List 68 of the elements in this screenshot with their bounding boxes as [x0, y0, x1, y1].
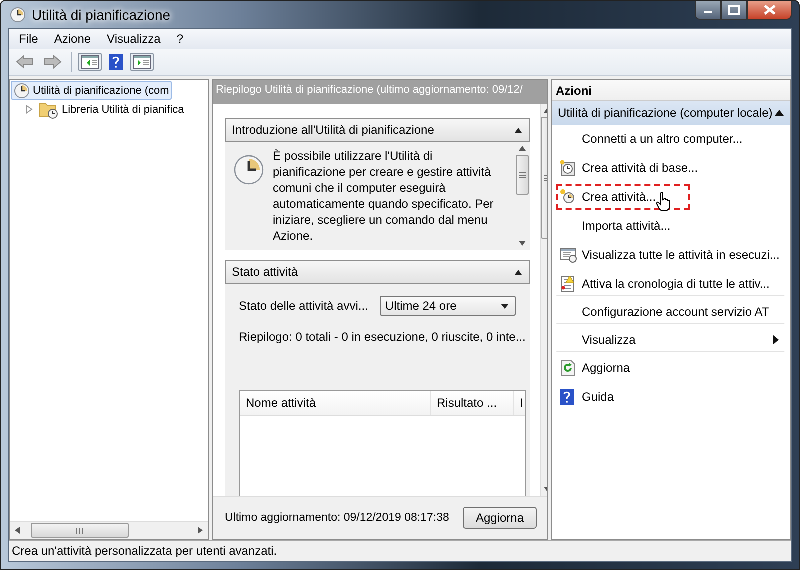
column-header[interactable]: Nome attività [240, 391, 431, 415]
column-header[interactable]: I [514, 391, 524, 415]
dropdown-arrow-icon [501, 304, 510, 308]
clock-icon [560, 189, 576, 205]
time-range-dropdown[interactable]: Ultime 24 ore [380, 296, 516, 316]
log-warning-icon [560, 276, 576, 292]
action-item[interactable]: Crea attività... [556, 184, 690, 210]
pane-icon [133, 55, 151, 69]
collapse-arrow-icon [775, 110, 784, 116]
maximize-button[interactable] [721, 1, 747, 20]
refresh-icon [560, 360, 576, 376]
close-button[interactable] [747, 1, 792, 20]
menu-item[interactable]: ? [168, 32, 192, 46]
clock-icon [560, 160, 576, 176]
pane-icon [81, 55, 99, 69]
scrollbar-thumb[interactable] [31, 523, 129, 538]
action-item[interactable]: Configurazione account servizio AT [556, 299, 785, 324]
tree-item[interactable]: Utilità di pianificazione (com [11, 81, 172, 100]
action-item[interactable]: Visualizza tutte le attività in esecuzi... [556, 242, 785, 268]
grip-icon [518, 172, 526, 178]
column-header[interactable]: Risultato ... [431, 391, 514, 415]
minimize-button[interactable] [695, 1, 721, 20]
menu-item[interactable]: File [11, 32, 46, 46]
back-arrow-icon [16, 55, 34, 69]
scroll-left-icon [15, 527, 21, 534]
action-item[interactable]: Guida [556, 384, 785, 410]
action-item[interactable]: Aggiorna [556, 355, 785, 381]
forward-arrow-icon [44, 55, 62, 69]
list-clock-icon [560, 247, 578, 263]
menu-item[interactable]: Azione [46, 32, 100, 46]
action-item[interactable]: Importa attività... [556, 213, 785, 239]
section-header[interactable]: Introduzione all'Utilità di pianificazione [225, 118, 530, 142]
collapse-arrow-icon [514, 270, 522, 274]
submenu-arrow-icon [773, 335, 779, 345]
grip-icon [76, 528, 84, 534]
help-icon [109, 54, 123, 70]
summary-text: Riepilogo: 0 totali - 0 in esecuzione, 0 riuscite, 0 inte... [239, 330, 526, 344]
tree-item[interactable]: Libreria Utilità di pianifica [23, 100, 188, 119]
window-title: Utilità di pianificazione [32, 6, 171, 22]
scrollbar-thumb[interactable] [516, 155, 529, 195]
help-button[interactable] [106, 52, 126, 72]
horizontal-scrollbar[interactable] [10, 521, 208, 539]
scroll-right-icon [197, 527, 203, 534]
show-hide-action-pane-button[interactable] [130, 53, 154, 71]
action-group-header[interactable]: Utilità di pianificazione (computer locale) [552, 101, 790, 125]
menu-item[interactable]: Visualizza [99, 32, 169, 46]
hand-cursor-icon [656, 192, 672, 212]
collapse-arrow-icon [514, 128, 522, 132]
action-item[interactable]: Visualizza [556, 327, 785, 352]
refresh-button[interactable]: Aggiorna [462, 507, 537, 529]
intro-text: È possibile utilizzare l'Utilità di pianificazione per creare e gestire attività comuni che il computer eseguirà automaticamente quando specificato. Per iniziare, scegliere un comando dal menu Azione. [273, 148, 495, 245]
maximize-icon [728, 5, 740, 15]
folder-clock-icon [39, 100, 59, 118]
action-item[interactable]: Crea attività di base... [556, 155, 785, 181]
last-update-text: Ultimo aggiornamento: 09/12/2019 08:17:38 [225, 512, 450, 524]
close-icon [764, 5, 776, 15]
filter-label: Stato delle attività avvi... [239, 299, 368, 313]
show-hide-tree-button[interactable] [78, 53, 102, 71]
action-item[interactable]: Connetti a un altro computer... [556, 126, 785, 152]
pane-header: Riepilogo Utilità di pianificazione (ultimo aggiornamento: 09/12/ [213, 80, 547, 104]
action-item[interactable]: Attiva la cronologia di tutte le attiv... [556, 271, 785, 296]
expand-arrow-icon [26, 105, 34, 114]
actions-title: Azioni [552, 80, 790, 101]
help-icon [560, 389, 574, 405]
section-header[interactable]: Stato attività [225, 260, 530, 284]
clock-icon [10, 6, 26, 22]
clock-icon [233, 154, 265, 186]
clock-icon [14, 82, 30, 98]
